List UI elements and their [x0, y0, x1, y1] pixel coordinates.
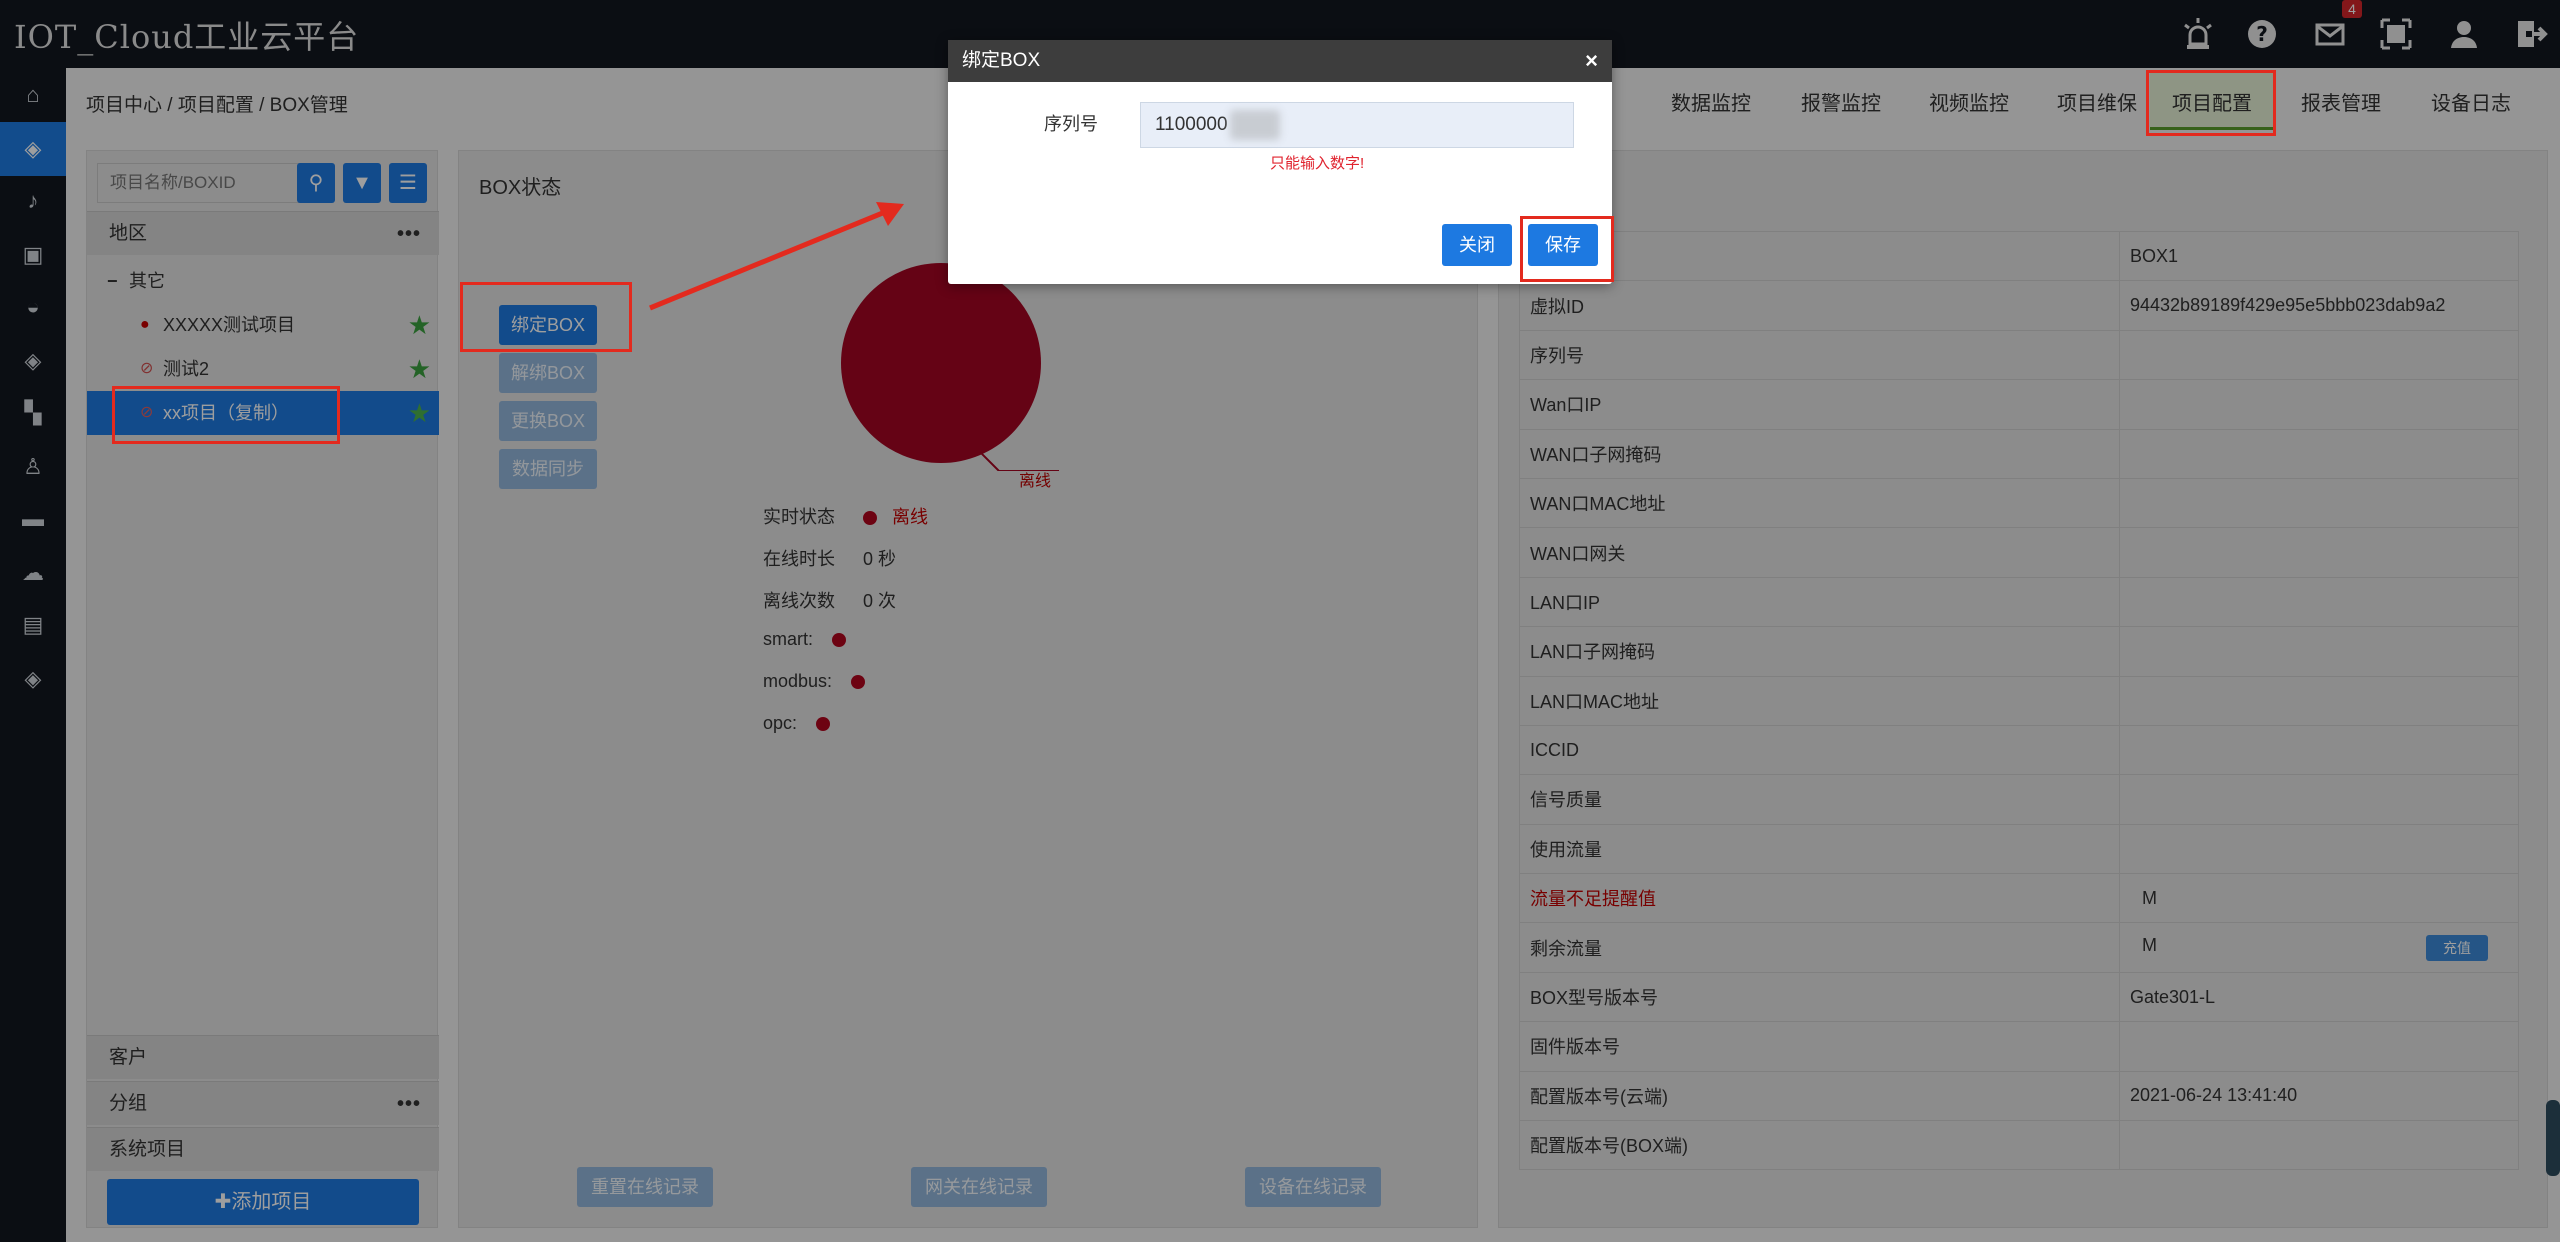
highlight-save-button — [1520, 216, 1614, 282]
dialog-title: 绑定BOX — [962, 50, 1041, 71]
highlight-selected-project — [112, 386, 340, 444]
highlight-project-config-tab — [2146, 70, 2276, 136]
close-button[interactable]: 关闭 — [1442, 224, 1512, 266]
dialog-header: 绑定BOX × — [948, 40, 1612, 82]
validation-hint: 只能输入数字! — [1270, 155, 1365, 172]
highlight-bind-box-button — [460, 282, 632, 352]
close-icon[interactable]: × — [1585, 40, 1598, 82]
redacted-blur — [1230, 110, 1280, 140]
annotation-arrow — [649, 202, 904, 311]
serial-value: 1100000 — [1155, 114, 1228, 135]
serial-number-input[interactable]: 1100000 — [1140, 102, 1574, 148]
serial-label: 序列号 — [1044, 114, 1098, 134]
bind-box-dialog: 绑定BOX × 序列号 1100000 只能输入数字! 关闭 保存 — [948, 40, 1612, 284]
app-root: IOT_Cloud工业云平台 ? 4 ⌂ ◈ ♪ ▣ ◒ ◈ ▚ ♙ ▬ ☁ ▤ — [0, 0, 2560, 1242]
